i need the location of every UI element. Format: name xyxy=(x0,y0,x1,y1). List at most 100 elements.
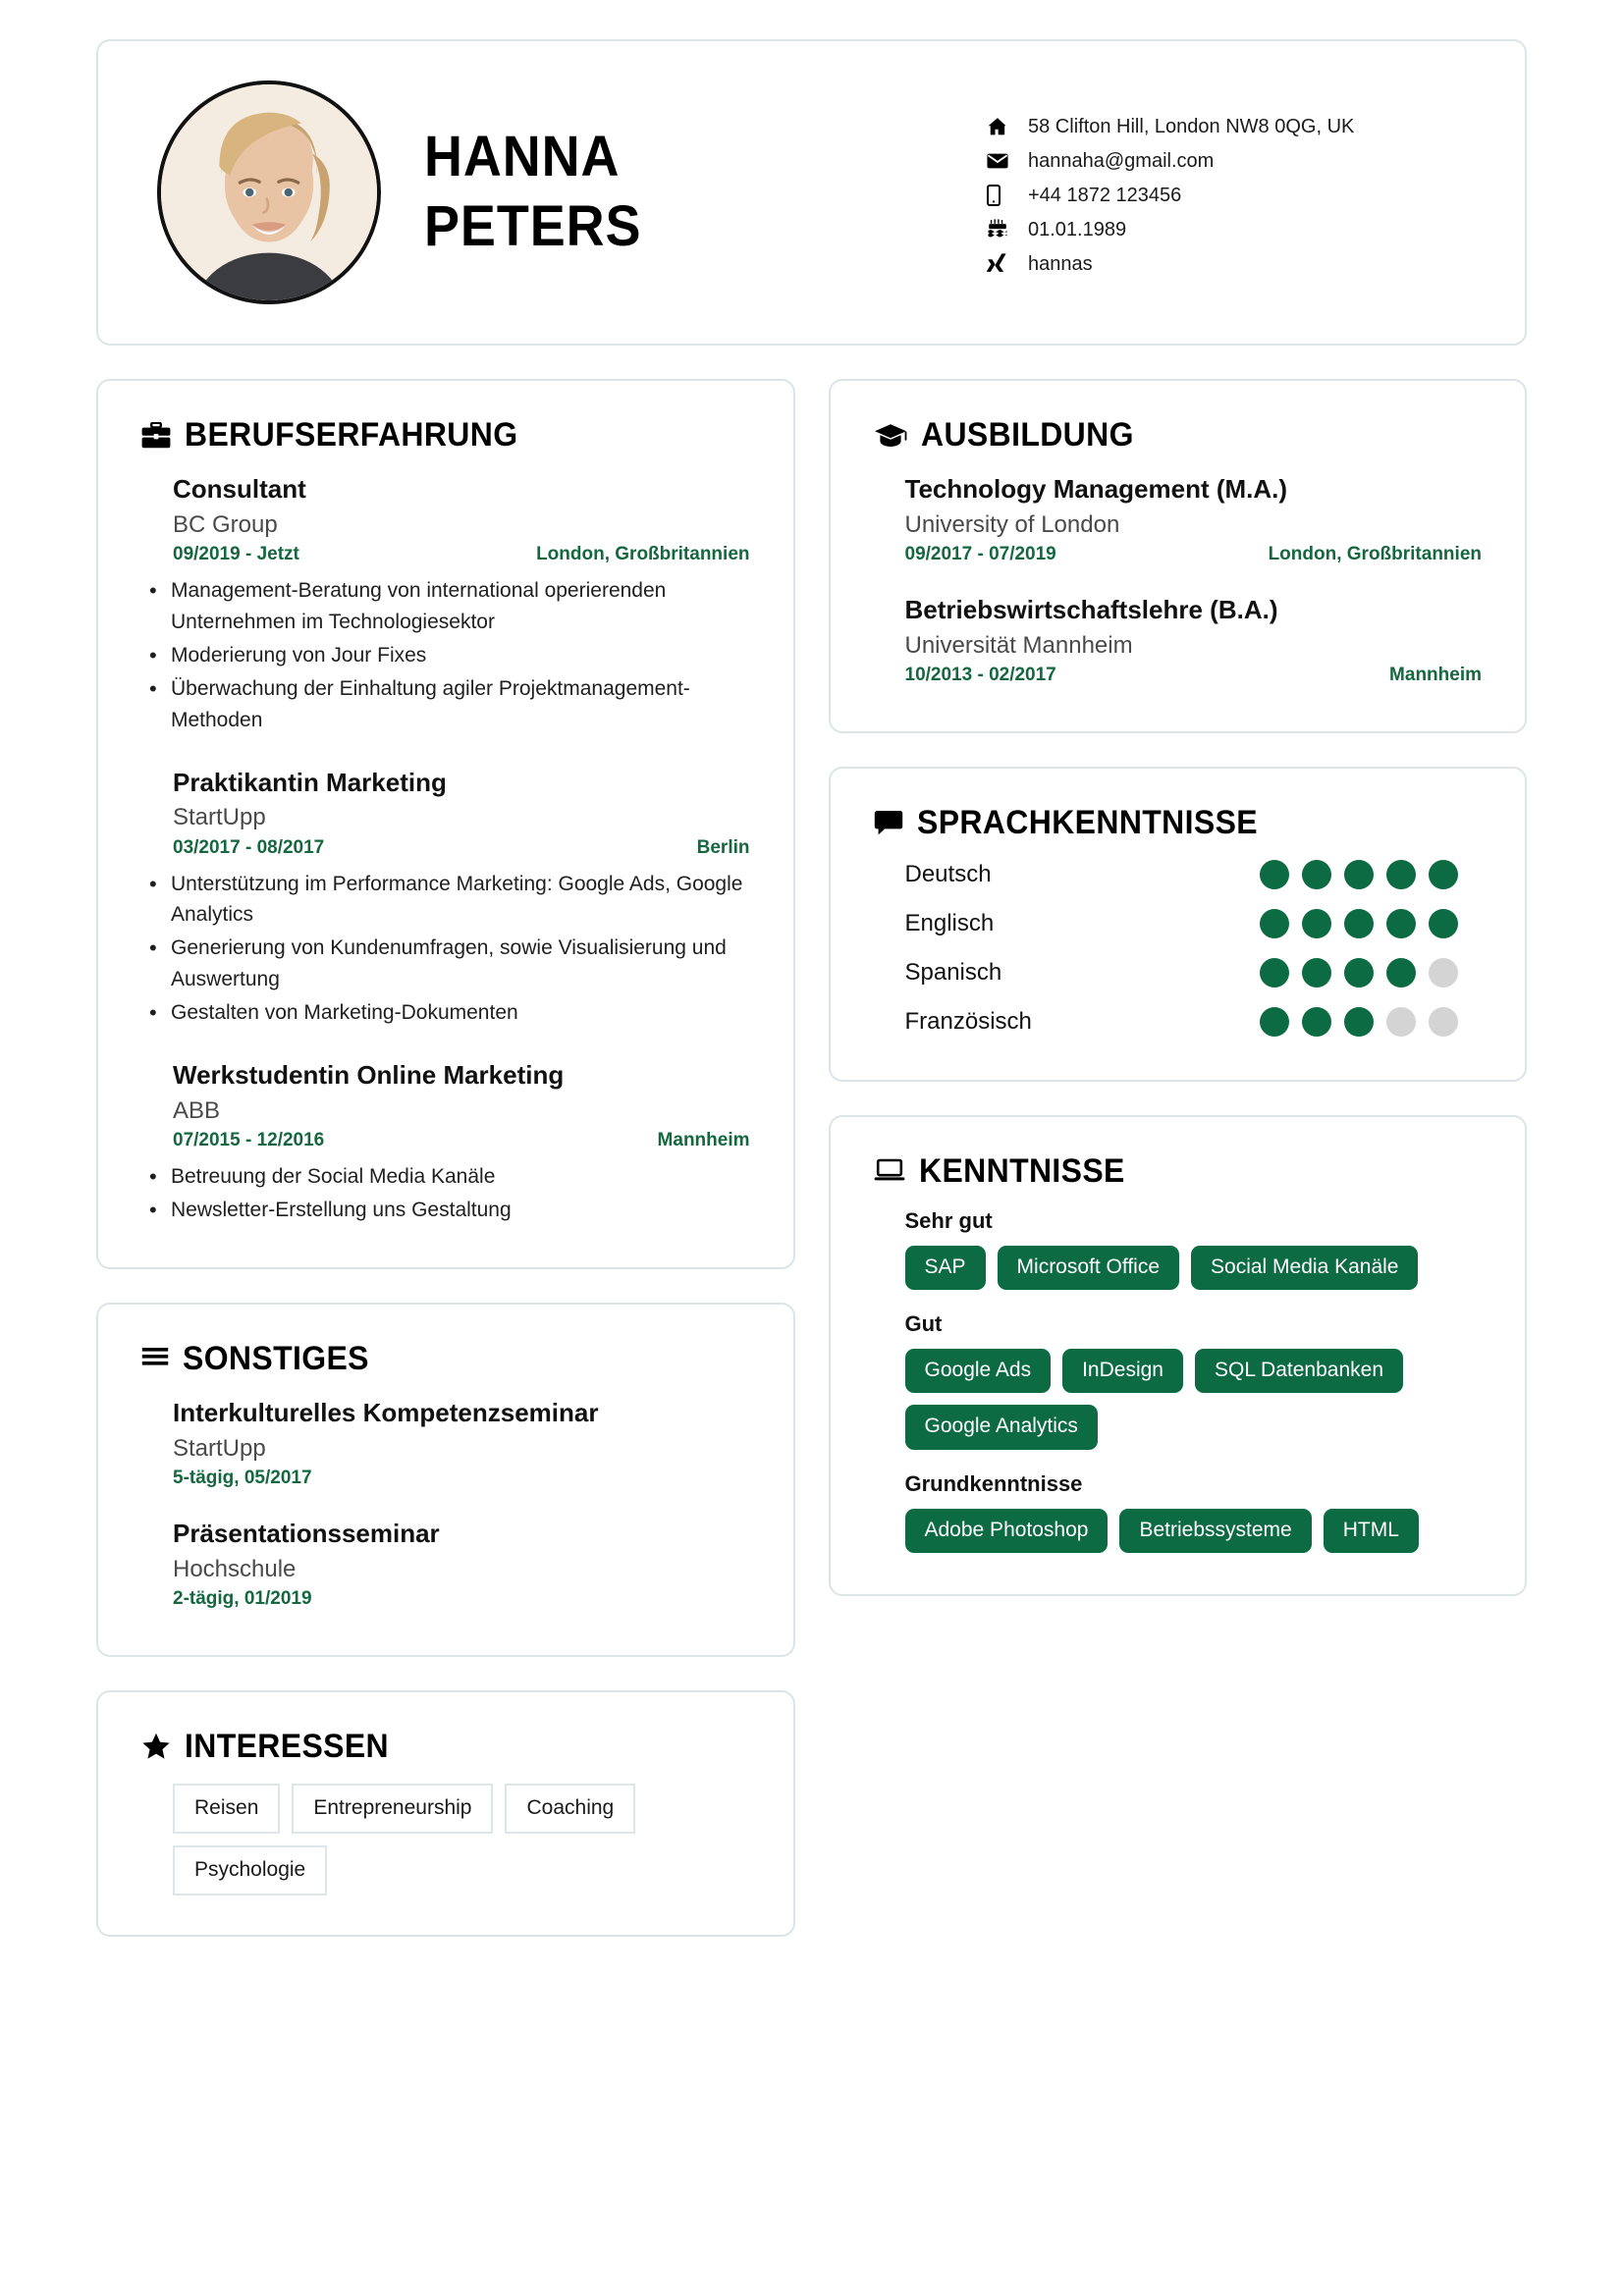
interest-tag-row: Reisen Entrepreneurship Coaching xyxy=(173,1783,750,1834)
right-column: AUSBILDUNG Technology Management (M.A.) … xyxy=(828,379,1527,1596)
job-bullets: Betreuung der Social Media Kanäle Newsle… xyxy=(141,1160,750,1226)
rating-dot xyxy=(1344,908,1374,938)
languages-section: SPRACHKENNTNISSE Deutsch Englisch Spanis… xyxy=(828,766,1527,1082)
job-bullets: Management-Beratung von international op… xyxy=(141,574,750,736)
seminar-name: Interkulturelles Kompetenzseminar xyxy=(173,1397,599,1427)
job-company: BC Group xyxy=(173,510,278,538)
experience-title: BERUFSERFAHRUNG xyxy=(141,416,750,454)
education-section: AUSBILDUNG Technology Management (M.A.) … xyxy=(828,379,1527,733)
star-icon xyxy=(141,1733,171,1760)
job-bullets: Unterstützung im Performance Marketing: … xyxy=(141,868,750,1030)
job-meta: 09/2019 - Jetzt London, Großbritannien xyxy=(173,544,750,565)
skill-group: Grundkenntnisse Adobe Photoshop Betriebs… xyxy=(904,1470,1483,1553)
rating-dot xyxy=(1260,859,1289,889)
rating-dot xyxy=(1344,859,1374,889)
rating-dot xyxy=(1429,908,1458,938)
skill-pill: Google Analytics xyxy=(904,1405,1098,1450)
experience-section: BERUFSERFAHRUNG Consultant BC Group 09/2… xyxy=(96,379,795,1269)
job-dates: 07/2015 - 12/2016 xyxy=(173,1130,325,1151)
page-title: HANNA PETERS xyxy=(410,123,987,262)
education-title-label: AUSBILDUNG xyxy=(920,416,1134,454)
briefcase-icon xyxy=(141,421,171,450)
skill-pill: Social Media Kanäle xyxy=(1191,1245,1419,1291)
education-dates: 09/2017 - 07/2019 xyxy=(904,543,1056,564)
left-column: BERUFSERFAHRUNG Consultant BC Group 09/2… xyxy=(96,379,795,1938)
language-name: Französisch xyxy=(904,1007,1032,1035)
header-card: HANNA PETERS 58 Clifton Hill, London NW8… xyxy=(96,39,1527,346)
job-location: Mannheim xyxy=(657,1130,750,1151)
contact-list: 58 Clifton Hill, London NW8 0QG, UK hann… xyxy=(987,110,1478,276)
rating-dot xyxy=(1386,908,1416,938)
education-meta: 09/2017 - 07/2019 London, Großbritannien xyxy=(905,544,1483,565)
rating-dot xyxy=(1260,957,1289,988)
skills-section: KENNTNISSE Sehr gut SAP Microsoft Office… xyxy=(828,1114,1527,1596)
other-title-label: SONSTIGES xyxy=(183,1339,369,1377)
profile-photo xyxy=(157,80,381,304)
language-row: Französisch xyxy=(904,1006,1483,1037)
list-item: Generierung von Kundenumfragen, sowie Vi… xyxy=(141,932,750,995)
contact-xing[interactable]: hannas xyxy=(987,253,1472,276)
degree-name: Betriebswirtschaftslehre (B.A.) xyxy=(904,594,1278,624)
interest-tag: Reisen xyxy=(173,1783,281,1834)
seminar-meta: 2-tägig, 01/2019 xyxy=(173,1588,750,1610)
job-location: London, Großbritannien xyxy=(536,543,750,564)
skill-level-label: Grundkenntnisse xyxy=(904,1470,1083,1496)
rating-dot xyxy=(1386,859,1416,889)
skill-pill: Betriebssysteme xyxy=(1119,1508,1312,1553)
education-dates: 10/2013 - 02/2017 xyxy=(904,664,1056,685)
list-item: Überwachung der Einhaltung agiler Projek… xyxy=(141,672,750,736)
languages-title-label: SPRACHKENNTNISSE xyxy=(916,803,1258,841)
skill-pill: Adobe Photoshop xyxy=(904,1508,1109,1553)
graduation-cap-icon xyxy=(874,423,907,449)
education-entry: Technology Management (M.A.) University … xyxy=(874,472,1483,565)
seminar-dates: 2-tägig, 01/2019 xyxy=(173,1587,312,1609)
contact-phone: +44 1872 123456 xyxy=(987,185,1472,207)
contact-address: 58 Clifton Hill, London NW8 0QG, UK xyxy=(987,116,1472,138)
language-name: Deutsch xyxy=(904,860,992,887)
rating-dot xyxy=(1429,957,1458,988)
job-role: Consultant xyxy=(173,474,306,504)
language-rating xyxy=(1260,1006,1482,1037)
interests-section: INTERESSEN Reisen Entrepreneurship Coach… xyxy=(96,1689,795,1938)
skill-pill: SAP xyxy=(904,1245,986,1291)
interest-tag: Coaching xyxy=(505,1783,636,1834)
contact-address-text: 58 Clifton Hill, London NW8 0QG, UK xyxy=(1028,115,1355,137)
contact-email[interactable]: hannaha@gmail.com xyxy=(987,150,1472,173)
interests-tags: Reisen Entrepreneurship Coaching Psychol… xyxy=(141,1783,750,1896)
first-name: HANNA xyxy=(424,125,621,189)
home-icon xyxy=(987,116,1016,137)
skills-title: KENNTNISSE xyxy=(874,1152,1483,1191)
phone-icon xyxy=(987,185,1016,206)
list-icon xyxy=(141,1346,169,1371)
interest-tag-row: Psychologie xyxy=(173,1844,750,1896)
school-name: Universität Mannheim xyxy=(904,631,1133,659)
experience-entry: Werkstudentin Online Marketing ABB 07/20… xyxy=(141,1058,750,1151)
rating-dot xyxy=(1386,957,1416,988)
skill-pill: Google Ads xyxy=(904,1349,1052,1394)
education-meta: 10/2013 - 02/2017 Mannheim xyxy=(905,665,1483,686)
skill-group: Sehr gut SAP Microsoft Office Social Med… xyxy=(904,1207,1483,1291)
rating-dot xyxy=(1260,1006,1289,1037)
experience-title-label: BERUFSERFAHRUNG xyxy=(185,416,518,454)
rating-dot xyxy=(1429,1006,1458,1037)
experience-entry: Consultant BC Group 09/2019 - Jetzt Lond… xyxy=(141,472,750,565)
body-columns: BERUFSERFAHRUNG Consultant BC Group 09/2… xyxy=(96,379,1527,1938)
interest-tag: Psychologie xyxy=(173,1844,328,1896)
rating-dot xyxy=(1302,1006,1331,1037)
language-list: Deutsch Englisch Spanisch Französisch xyxy=(874,859,1483,1037)
rating-dot xyxy=(1302,957,1331,988)
rating-dot xyxy=(1344,957,1374,988)
list-item: Newsletter-Erstellung uns Gestaltung xyxy=(141,1194,750,1226)
experience-entry: Praktikantin Marketing StartUpp 03/2017 … xyxy=(141,766,750,859)
language-row: Spanisch xyxy=(905,957,1483,988)
seminar-meta: 5-tägig, 05/2017 xyxy=(173,1468,750,1489)
rating-dot xyxy=(1386,1006,1416,1037)
skill-level-label: Gut xyxy=(904,1311,943,1337)
seminar-org: StartUpp xyxy=(173,1434,266,1462)
job-role: Werkstudentin Online Marketing xyxy=(173,1060,565,1091)
skill-level-label: Sehr gut xyxy=(904,1207,993,1233)
rating-dot xyxy=(1429,859,1458,889)
list-item: Gestalten von Marketing-Dokumenten xyxy=(141,996,750,1029)
other-section: SONSTIGES Interkulturelles Kompetenzsemi… xyxy=(96,1302,795,1657)
other-entry: Interkulturelles Kompetenzseminar StartU… xyxy=(141,1396,750,1489)
